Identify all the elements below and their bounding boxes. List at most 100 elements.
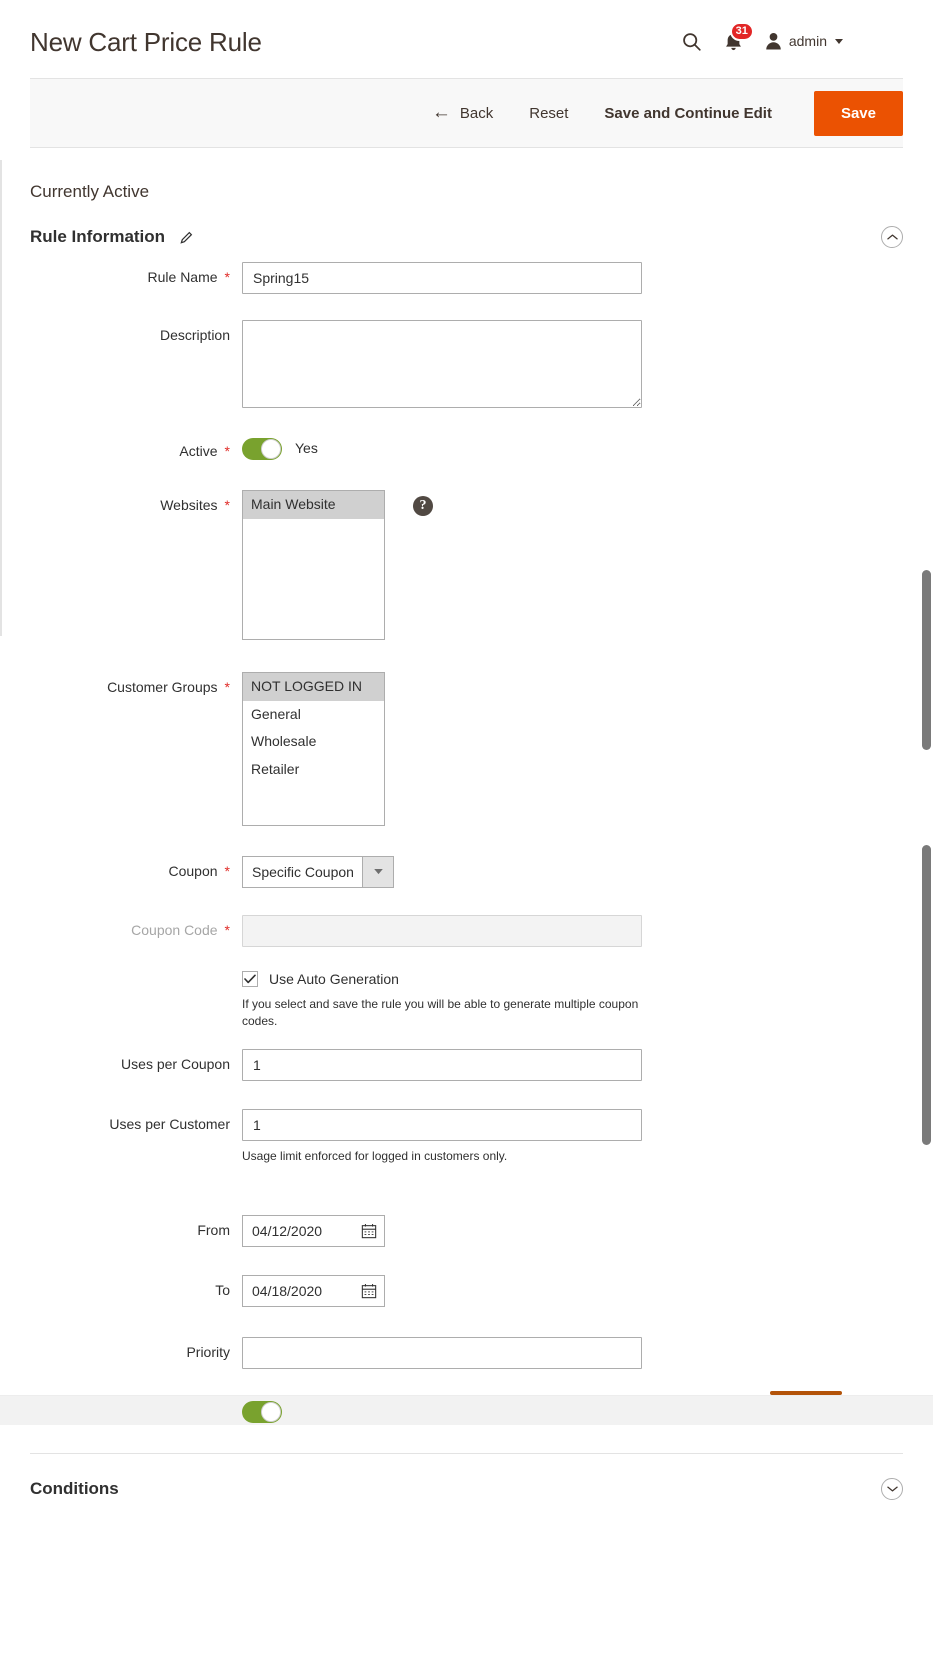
back-button-label: Back: [460, 105, 493, 122]
coupon-code-input[interactable]: [242, 915, 642, 947]
websites-option[interactable]: Main Website: [243, 491, 384, 519]
public-rss-toggle[interactable]: [242, 1401, 282, 1423]
from-label: From: [30, 1215, 230, 1239]
field-uses-per-customer: Uses per Customer Usage limit enforced f…: [30, 1109, 903, 1165]
field-coupon-code: Coupon Code *: [30, 915, 903, 947]
notification-count-badge: 31: [730, 22, 754, 41]
pencil-icon[interactable]: [179, 230, 194, 245]
coupon-code-control: [242, 915, 903, 947]
page-actions-toolbar: ← Back Reset Save and Continue Edit Save: [30, 78, 903, 148]
rule-name-label: Rule Name *: [30, 262, 230, 286]
active-label-text: Active: [179, 443, 217, 459]
checkmark-icon: [244, 974, 256, 984]
header-tools: 31 admin: [681, 27, 903, 52]
vertical-scrollbar-inner[interactable]: [922, 845, 931, 1145]
to-label-text: To: [215, 1282, 230, 1298]
coupon-select-value: Specific Coupon: [243, 864, 362, 880]
rule-name-label-text: Rule Name: [148, 269, 218, 285]
description-textarea[interactable]: [242, 320, 642, 408]
left-accent-strip: [0, 160, 2, 636]
uses-per-customer-label-text: Uses per Customer: [109, 1116, 230, 1132]
rule-name-input[interactable]: [242, 262, 642, 294]
description-control: [242, 320, 903, 408]
required-asterisk: *: [225, 269, 230, 285]
chevron-down-icon: [362, 857, 393, 887]
auto-generation-control: Use Auto Generation If you select and sa…: [242, 971, 903, 1031]
field-from: From 04/12/2020: [30, 1215, 903, 1247]
priority-input[interactable]: [242, 1337, 642, 1369]
uses-per-customer-input[interactable]: [242, 1109, 642, 1141]
customer-groups-label: Customer Groups*: [30, 672, 230, 696]
reset-button[interactable]: Reset: [511, 105, 586, 122]
user-name-label: admin: [789, 33, 827, 49]
customer-groups-multiselect[interactable]: NOT LOGGED IN General Wholesale Retailer: [242, 672, 385, 826]
horizontal-scrollbar[interactable]: [770, 1391, 842, 1395]
user-avatar-icon: [765, 32, 782, 50]
required-asterisk: *: [225, 863, 230, 879]
arrow-left-icon: ←: [432, 103, 451, 122]
conditions-title: Conditions: [30, 1479, 119, 1499]
customer-group-option[interactable]: General: [243, 701, 384, 729]
field-description: Description: [30, 320, 903, 408]
question-mark-icon[interactable]: ?: [413, 496, 433, 516]
uses-per-coupon-label: Uses per Coupon: [30, 1049, 230, 1073]
field-customer-groups: Customer Groups* NOT LOGGED IN General W…: [30, 672, 903, 826]
back-button[interactable]: ← Back: [414, 104, 511, 123]
coupon-code-label-text: Coupon Code: [131, 922, 217, 938]
customer-group-option[interactable]: Wholesale: [243, 728, 384, 756]
coupon-select[interactable]: Specific Coupon: [242, 856, 394, 888]
to-date-value: 04/18/2020: [243, 1283, 354, 1299]
description-label-text: Description: [160, 327, 230, 343]
priority-label: Priority: [30, 1337, 230, 1361]
from-date-value: 04/12/2020: [243, 1223, 354, 1239]
customer-groups-label-text: Customer Groups: [107, 679, 217, 695]
customer-group-option[interactable]: NOT LOGGED IN: [243, 673, 384, 701]
coupon-code-label: Coupon Code *: [30, 915, 230, 939]
active-control: Yes: [242, 436, 903, 460]
field-uses-per-coupon: Uses per Coupon: [30, 1049, 903, 1081]
field-websites: Websites* Main Website ?: [30, 490, 903, 640]
uses-per-coupon-label-text: Uses per Coupon: [121, 1056, 230, 1072]
use-auto-generation-checkbox[interactable]: [242, 971, 258, 987]
from-control: 04/12/2020: [242, 1215, 903, 1247]
websites-multiselect[interactable]: Main Website: [242, 490, 385, 640]
uses-per-customer-label: Uses per Customer: [30, 1109, 230, 1133]
conditions-collapse-toggle[interactable]: [881, 1478, 903, 1500]
conditions-section-header[interactable]: Conditions: [30, 1454, 903, 1514]
page-header: New Cart Price Rule 31 admin: [0, 0, 933, 78]
from-date-field[interactable]: 04/12/2020: [242, 1215, 385, 1247]
auto-generation-note: If you select and save the rule you will…: [242, 996, 642, 1031]
required-asterisk: *: [225, 922, 230, 938]
priority-control: [242, 1337, 903, 1369]
customer-group-option[interactable]: Retailer: [243, 756, 384, 784]
toggle-knob: [261, 439, 281, 459]
auto-generation-spacer: [30, 971, 230, 978]
to-label: To: [30, 1275, 230, 1299]
save-and-continue-button[interactable]: Save and Continue Edit: [586, 105, 790, 122]
save-button[interactable]: Save: [814, 91, 903, 136]
use-auto-generation-label: Use Auto Generation: [269, 971, 399, 987]
search-icon[interactable]: [681, 31, 702, 52]
calendar-icon[interactable]: [354, 1223, 384, 1239]
to-control: 04/18/2020: [242, 1275, 903, 1307]
description-label: Description: [30, 320, 230, 344]
field-coupon: Coupon* Specific Coupon: [30, 856, 903, 888]
websites-control: Main Website ?: [242, 490, 903, 640]
rule-information-title: Rule Information: [30, 227, 165, 247]
priority-label-text: Priority: [186, 1344, 230, 1360]
websites-label-text: Websites: [160, 497, 217, 513]
notifications-button[interactable]: 31: [724, 31, 743, 52]
field-auto-generation: Use Auto Generation If you select and sa…: [30, 971, 903, 1031]
calendar-icon[interactable]: [354, 1283, 384, 1299]
coupon-control: Specific Coupon: [242, 856, 903, 888]
active-toggle[interactable]: [242, 438, 282, 460]
rule-information-collapse-toggle[interactable]: [881, 226, 903, 248]
uses-per-coupon-input[interactable]: [242, 1049, 642, 1081]
vertical-scrollbar-outer[interactable]: [922, 570, 931, 750]
to-date-field[interactable]: 04/18/2020: [242, 1275, 385, 1307]
websites-label: Websites*: [30, 490, 230, 514]
horizontal-scroll-band: [0, 1395, 933, 1425]
user-menu[interactable]: admin: [765, 32, 843, 50]
uses-per-coupon-control: [242, 1049, 903, 1081]
save-and-continue-label: Save and Continue Edit: [604, 105, 772, 122]
